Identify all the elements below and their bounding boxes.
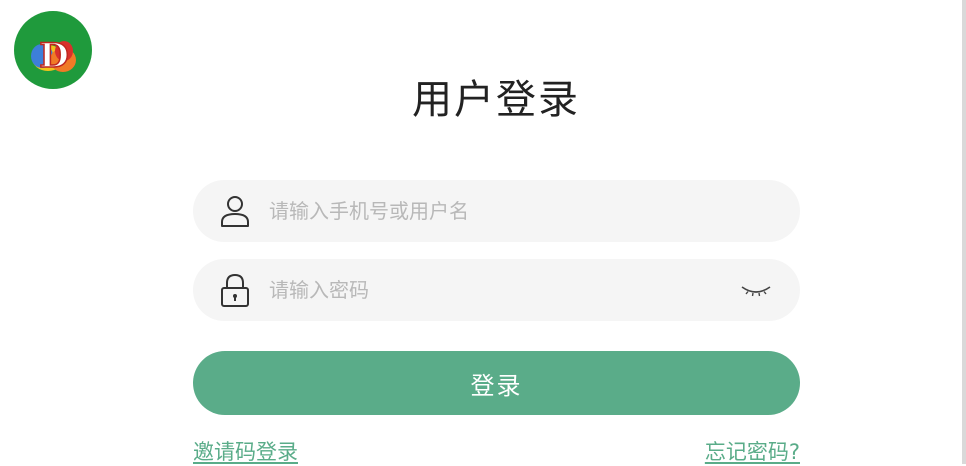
forgot-password-link[interactable]: 忘记密码? (705, 438, 800, 466)
lock-icon (217, 272, 253, 308)
username-field[interactable] (193, 180, 800, 242)
password-input[interactable] (269, 259, 709, 321)
password-field[interactable] (193, 259, 800, 321)
window-right-border (962, 0, 966, 464)
login-button[interactable]: 登录 (193, 351, 800, 415)
username-input[interactable] (269, 180, 709, 242)
page-title: 用户登录 (412, 77, 580, 123)
user-icon (217, 193, 253, 229)
invite-code-login-link[interactable]: 邀请码登录 (193, 438, 298, 466)
eye-closed-icon[interactable] (739, 279, 773, 301)
logo-letter: D (39, 36, 68, 76)
